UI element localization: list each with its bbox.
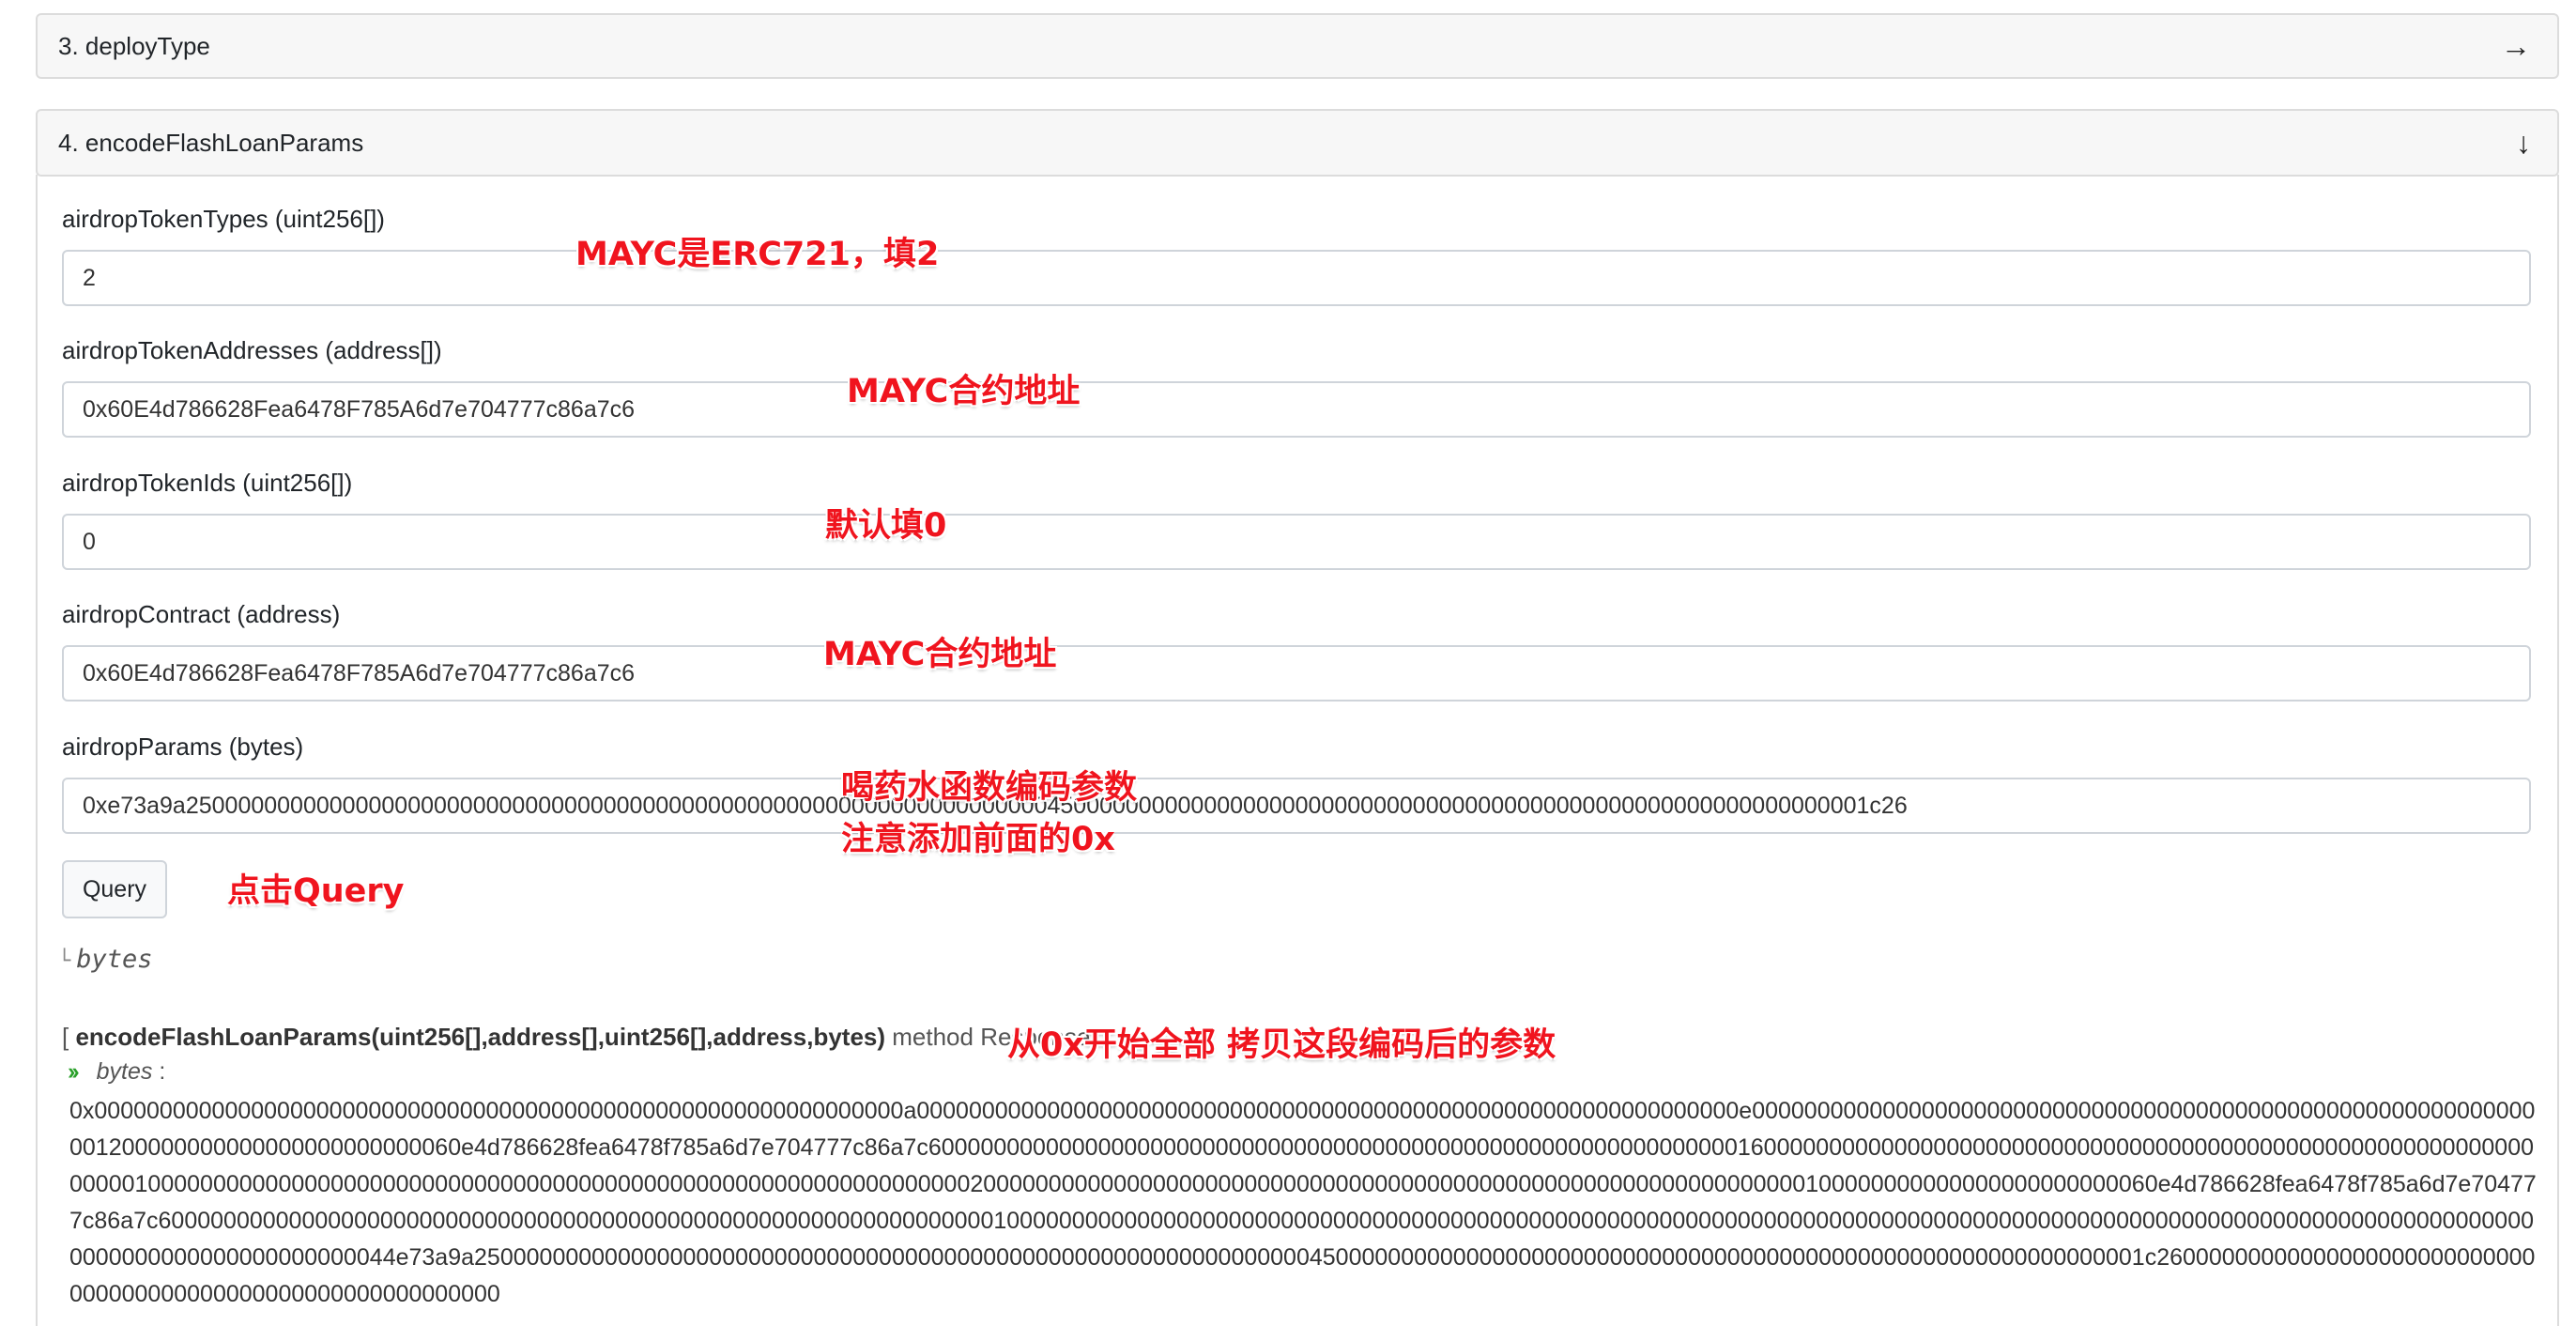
annotation-token-addresses: MAYC合约地址	[847, 373, 1081, 410]
input-token-addresses[interactable]: 0x60E4d786628Fea6478F785A6d7e704777c86a7…	[62, 381, 2531, 438]
input-token-ids[interactable]: 0	[62, 514, 2531, 570]
annotation-params-line2: 注意添加前面的0x	[841, 821, 1115, 858]
annotation-token-ids: 默认填0	[825, 507, 947, 545]
arrow-down-icon[interactable]: ↓	[2516, 126, 2531, 161]
response-prefix: [	[62, 1023, 76, 1051]
label-contract: airdropContract (address)	[62, 600, 341, 628]
response-value[interactable]: 0x00000000000000000000000000000000000000…	[62, 1093, 2540, 1313]
return-type-label: bytes	[76, 945, 153, 974]
panel-deploy-type-title: 3. deployType	[58, 31, 210, 60]
label-token-addresses: airdropTokenAddresses (address[])	[62, 336, 442, 364]
corner-icon: └	[58, 949, 71, 973]
panel-deploy-type-header[interactable]: 3. deployType →	[36, 13, 2559, 79]
label-params: airdropParams (bytes)	[62, 732, 304, 761]
panel-encode-header[interactable]: 4. encodeFlashLoanParams ↓	[36, 109, 2559, 177]
remix-interaction-page: 3. deployType → 4. encodeFlashLoanParams…	[0, 0, 2576, 1326]
query-button[interactable]: Query	[62, 860, 167, 918]
return-type: └ bytes	[58, 945, 153, 974]
response-type-label: bytes	[96, 1058, 153, 1085]
response-method: encodeFlashLoanParams(uint256[],address[…	[75, 1023, 886, 1051]
double-chevron-right-icon: ››	[68, 1058, 80, 1085]
label-token-types: airdropTokenTypes (uint256[])	[62, 205, 385, 233]
input-contract[interactable]: 0x60E4d786628Fea6478F785A6d7e704777c86a7…	[62, 645, 2531, 702]
annotation-contract: MAYC合约地址	[823, 636, 1057, 673]
label-token-ids: airdropTokenIds (uint256[])	[62, 469, 353, 497]
response-type: ›› bytes :	[68, 1058, 166, 1085]
response-title: [ encodeFlashLoanParams(uint256[],addres…	[62, 1023, 1090, 1052]
annotation-params-line1: 喝药水函数编码参数	[841, 769, 1138, 807]
annotation-query: 点击Query	[227, 872, 405, 910]
arrow-right-icon[interactable]: →	[2501, 29, 2531, 64]
annotation-response: 从0x开始全部 拷贝这段编码后的参数	[1007, 1026, 1556, 1064]
input-params[interactable]: 0xe73a9a25000000000000000000000000000000…	[62, 778, 2531, 834]
input-token-types[interactable]: 2	[62, 250, 2531, 306]
panel-encode-title: 4. encodeFlashLoanParams	[58, 128, 364, 157]
annotation-token-types: MAYC是ERC721，填2	[575, 236, 940, 273]
